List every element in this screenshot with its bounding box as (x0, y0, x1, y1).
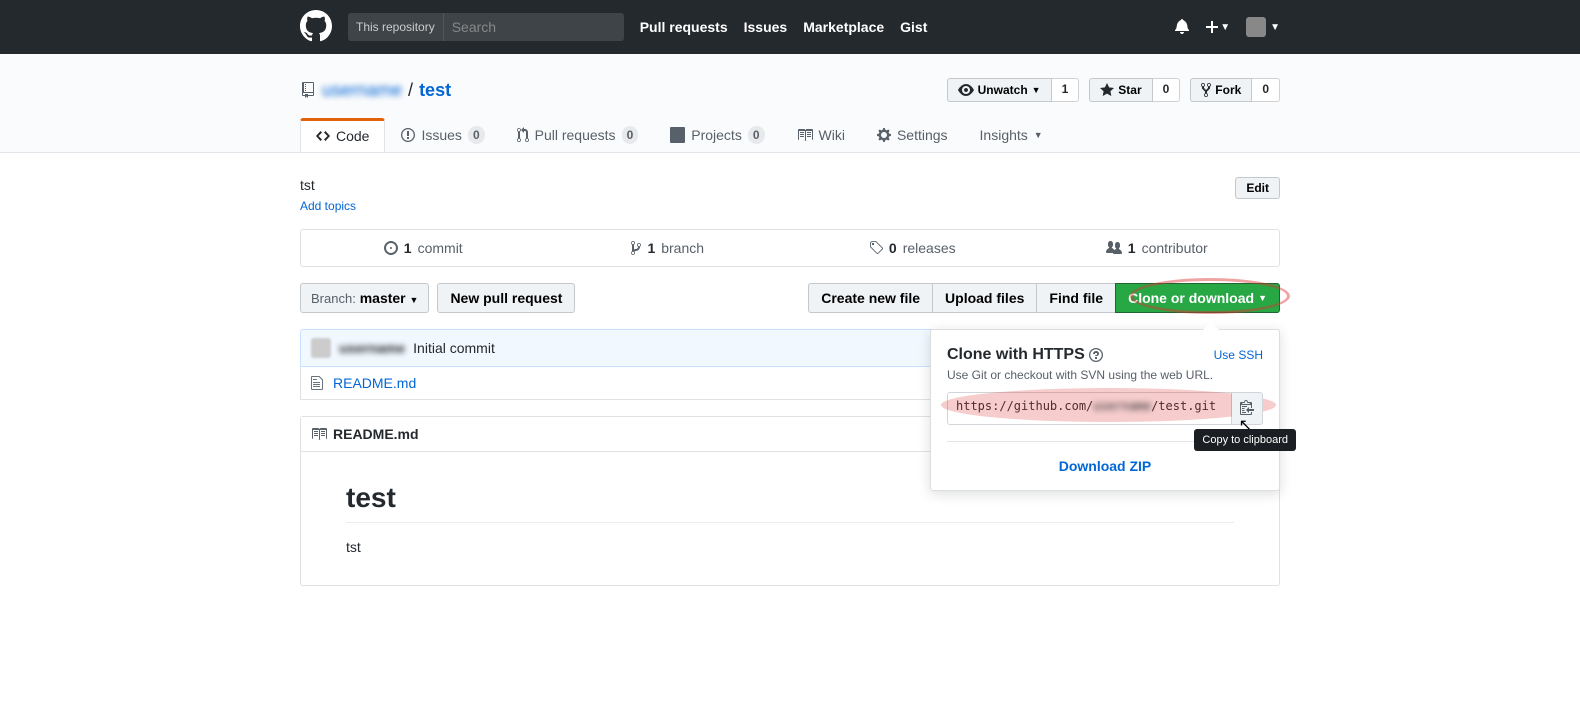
commit-avatar-icon (311, 338, 331, 358)
commit-author[interactable]: username (339, 340, 405, 356)
search-container: This repository (348, 13, 624, 41)
avatar-icon (1246, 17, 1266, 37)
contributors-summary[interactable]: 1contributor (1035, 230, 1280, 266)
tab-code[interactable]: Code (300, 118, 385, 152)
releases-summary[interactable]: 0releases (790, 230, 1035, 266)
tab-issues[interactable]: Issues0 (385, 118, 500, 152)
star-count[interactable]: 0 (1153, 78, 1181, 102)
upload-files-button[interactable]: Upload files (932, 283, 1036, 313)
nav-marketplace[interactable]: Marketplace (803, 19, 884, 35)
repo-description: tst (300, 177, 1280, 193)
clipboard-icon (1240, 399, 1254, 415)
nav-issues[interactable]: Issues (744, 19, 788, 35)
book-icon (311, 426, 327, 442)
unwatch-button[interactable]: Unwatch ▼ (947, 78, 1052, 102)
clone-or-download-button[interactable]: Clone or download ▼ (1115, 283, 1280, 313)
search-scope-label[interactable]: This repository (348, 13, 444, 41)
branch-select[interactable]: Branch: master ▼ (300, 283, 429, 313)
edit-description-button[interactable]: Edit (1235, 177, 1280, 199)
clone-description: Use Git or checkout with SVN using the w… (947, 368, 1263, 382)
commits-summary[interactable]: 1commit (301, 230, 546, 266)
fork-button[interactable]: Fork (1190, 78, 1252, 102)
repo-icon (300, 82, 316, 98)
create-new-file-button[interactable]: Create new file (808, 283, 932, 313)
new-pull-request-button[interactable]: New pull request (437, 283, 575, 313)
nav-pull-requests[interactable]: Pull requests (640, 19, 728, 35)
repo-owner-link[interactable]: username (322, 80, 402, 101)
add-topics-link[interactable]: Add topics (300, 199, 356, 213)
download-zip-link[interactable]: Download ZIP (1059, 458, 1152, 474)
search-input[interactable] (444, 13, 624, 41)
star-button[interactable]: Star (1089, 78, 1152, 102)
file-name-link[interactable]: README.md (333, 375, 416, 391)
nav-gist[interactable]: Gist (900, 19, 927, 35)
user-menu[interactable]: ▼ (1246, 17, 1280, 37)
create-new-icon[interactable]: ▼ (1206, 19, 1230, 35)
copy-tooltip: Copy to clipboard (1194, 429, 1296, 451)
clone-title: Clone with HTTPS (947, 346, 1103, 364)
notifications-icon[interactable] (1174, 18, 1190, 37)
watch-count[interactable]: 1 (1052, 78, 1080, 102)
fork-count[interactable]: 0 (1252, 78, 1280, 102)
tab-projects[interactable]: Projects0 (654, 118, 780, 152)
readme-body-text: tst (346, 539, 1234, 555)
tab-settings[interactable]: Settings (861, 118, 964, 152)
tab-wiki[interactable]: Wiki (781, 118, 861, 152)
help-icon[interactable] (1089, 347, 1103, 363)
repo-name-link[interactable]: test (419, 80, 451, 101)
copy-url-button[interactable]: ↖ Copy to clipboard (1232, 392, 1263, 425)
clone-dropdown: Clone with HTTPS Use SSH Use Git or chec… (930, 329, 1280, 491)
file-icon (311, 375, 323, 391)
find-file-button[interactable]: Find file (1036, 283, 1115, 313)
clone-url-input[interactable]: https://github.com/username/test.git (947, 392, 1232, 425)
tab-insights[interactable]: Insights ▼ (964, 118, 1059, 152)
commit-message[interactable]: Initial commit (413, 340, 495, 356)
use-ssh-link[interactable]: Use SSH (1214, 348, 1263, 362)
branches-summary[interactable]: 1branch (546, 230, 791, 266)
tab-pull-requests[interactable]: Pull requests0 (501, 118, 655, 152)
github-logo[interactable] (300, 10, 332, 45)
path-separator: / (408, 80, 413, 101)
